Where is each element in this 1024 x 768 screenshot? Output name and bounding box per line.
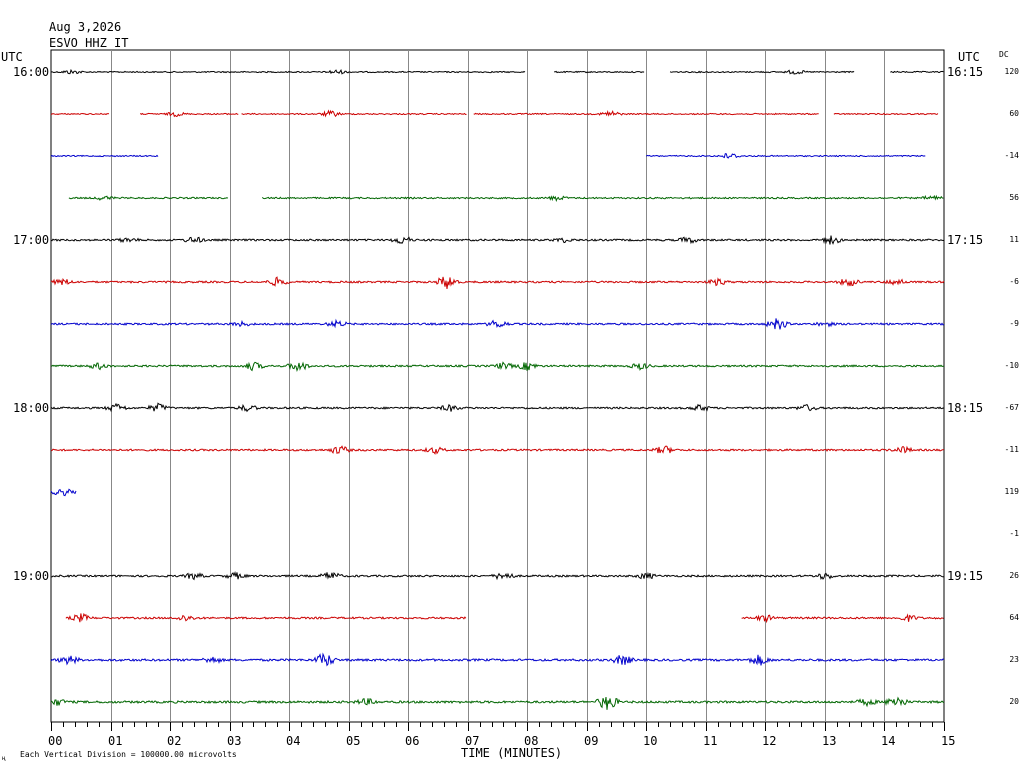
dc-offset-label: -9 [1009,319,1019,328]
footer-mark: ң [2,755,6,762]
trace-segment-row-13 [65,612,467,623]
trace-segment-row-2 [50,154,159,158]
trace-segment-row-6 [50,318,945,330]
dc-offset-label: -67 [1004,403,1019,412]
trace-segment-row-15 [50,696,945,710]
trace-segment-row-2 [645,153,926,159]
hour-label-right: 16:15 [947,65,984,79]
dc-offset-label: -6 [1009,277,1019,286]
trace-segment-row-8 [50,402,945,413]
x-tick-label: 06 [405,734,420,748]
utc-left-label: UTC [1,50,23,64]
x-tick-label: 11 [703,734,718,748]
trace-segment-row-0 [50,68,526,75]
hour-label-right: 19:15 [947,569,984,583]
x-tick-label: 04 [286,734,301,748]
x-tick-label: 14 [881,734,896,748]
dc-offset-label: -11 [1004,445,1019,454]
dc-offset-label: -14 [1004,151,1019,160]
trace-segment-row-4 [50,235,945,245]
x-tick-label: 13 [822,734,837,748]
x-axis-label: TIME (MINUTES) [461,746,563,760]
x-tick-label: 00 [48,734,63,748]
plot-frame [50,49,945,723]
x-tick-label: 02 [167,734,182,748]
hour-label-right: 18:15 [947,401,984,415]
hour-label-right: 17:15 [947,233,984,247]
trace-segment-row-1 [833,112,939,116]
trace-segment-row-3 [261,194,944,202]
x-tick-label: 05 [346,734,361,748]
dc-offset-label: 23 [1009,655,1019,664]
dc-offset-label: 119 [1004,487,1019,496]
x-tick-label: 01 [108,734,123,748]
trace-segment-row-3 [68,195,229,201]
trace-segment-row-9 [50,445,944,455]
dc-offset-label: 64 [1009,613,1019,622]
trace-segment-row-1 [139,111,239,118]
date-label: Aug 3,2026 [49,20,122,34]
dc-offset-label: -1 [1009,529,1019,538]
trace-segment-row-1 [241,109,467,118]
dc-offset-label: 20 [1009,697,1019,706]
trace-segment-row-10 [50,488,77,497]
dc-offset-label: 26 [1009,571,1019,580]
x-tick-label: 10 [643,734,658,748]
trace-segment-row-12 [51,571,945,581]
x-tick-label: 03 [227,734,242,748]
hour-label-left: 17:00 [13,233,50,247]
helicorder-plot [50,49,945,731]
trace-segment-row-0 [554,70,645,74]
x-tick-label: 12 [762,734,777,748]
trace-segment-row-5 [50,276,945,289]
hour-label-left: 16:00 [13,65,50,79]
trace-segment-row-7 [50,361,945,373]
dc-offset-label: 11 [1009,235,1019,244]
dc-offset-label: -10 [1004,361,1019,370]
dc-offset-label: 60 [1009,109,1019,118]
x-tick-label: 15 [941,734,956,748]
trace-segment-row-14 [50,652,945,667]
scale-note: Each Vertical Division = 100000.00 micro… [20,750,237,759]
hour-label-left: 18:00 [13,401,50,415]
x-tick-label: 09 [584,734,599,748]
hour-label-left: 19:00 [13,569,50,583]
trace-segment-row-0 [669,69,855,75]
utc-right-label: UTC [958,50,980,64]
dc-offset-label: 120 [1004,67,1019,76]
dc-header-label: DC [999,50,1009,59]
trace-segment-row-13 [741,613,944,624]
trace-segment-row-0 [890,70,944,74]
trace-segment-row-1 [50,112,110,116]
dc-offset-label: 56 [1009,193,1019,202]
station-label: ESVO HHZ IT [49,36,129,50]
